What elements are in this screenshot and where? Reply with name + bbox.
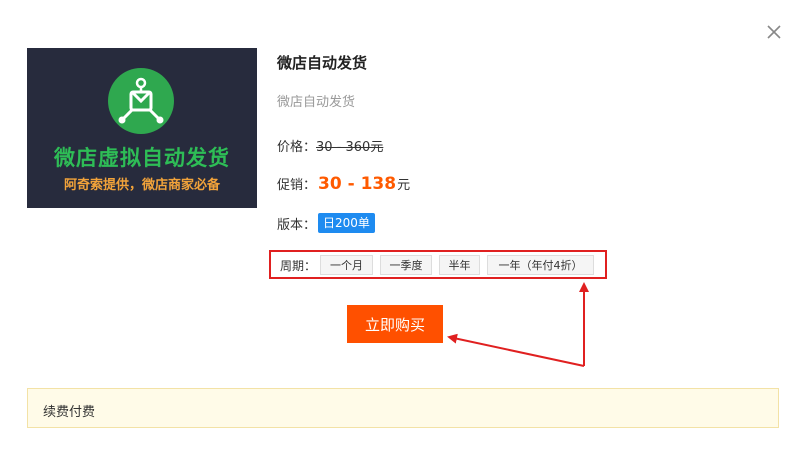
period-label: 周期： (280, 259, 317, 273)
close-button[interactable] (764, 22, 784, 42)
period-selector: 周期： 一个月 一季度 半年 一年（年付4折） (269, 250, 607, 279)
buy-now-button[interactable]: 立即购买 (347, 305, 443, 343)
purchase-dialog: 微店虚拟自动发货 阿奇索提供，微店商家必备 微店自动发货 微店自动发货 价格：3… (0, 0, 804, 455)
product-description: 微店自动发货 (277, 95, 356, 110)
product-title: 微店自动发货 (277, 54, 368, 72)
sale-unit: 元 (397, 178, 411, 193)
period-option-quarter[interactable]: 一季度 (380, 255, 432, 275)
version-row: 版本： 日200单 (277, 213, 375, 233)
renewal-notice-text: 续费付费 (43, 405, 96, 420)
sale-label: 促销： (277, 178, 317, 193)
product-banner: 微店虚拟自动发货 阿奇索提供，微店商家必备 (27, 48, 257, 208)
sale-row: 促销： 30 - 138 元 (277, 174, 410, 194)
original-price: 30 - 360元 (316, 140, 384, 155)
banner-subtitle: 阿奇索提供，微店商家必备 (63, 178, 220, 193)
period-option-month[interactable]: 一个月 (320, 255, 373, 275)
renewal-notice: 续费付费 (27, 388, 779, 428)
sale-price: 30 - 138 (318, 174, 397, 194)
period-option-half-year[interactable]: 半年 (439, 255, 480, 275)
shop-delivery-logo (108, 68, 174, 134)
version-label: 版本： (277, 217, 317, 233)
price-row: 价格：30 - 360元 (277, 136, 383, 155)
banner-title: 微店虚拟自动发货 (54, 146, 230, 170)
close-icon (767, 25, 781, 39)
price-label: 价格： (277, 140, 317, 155)
version-option-selected[interactable]: 日200单 (318, 213, 375, 233)
period-option-year[interactable]: 一年（年付4折） (487, 255, 594, 275)
